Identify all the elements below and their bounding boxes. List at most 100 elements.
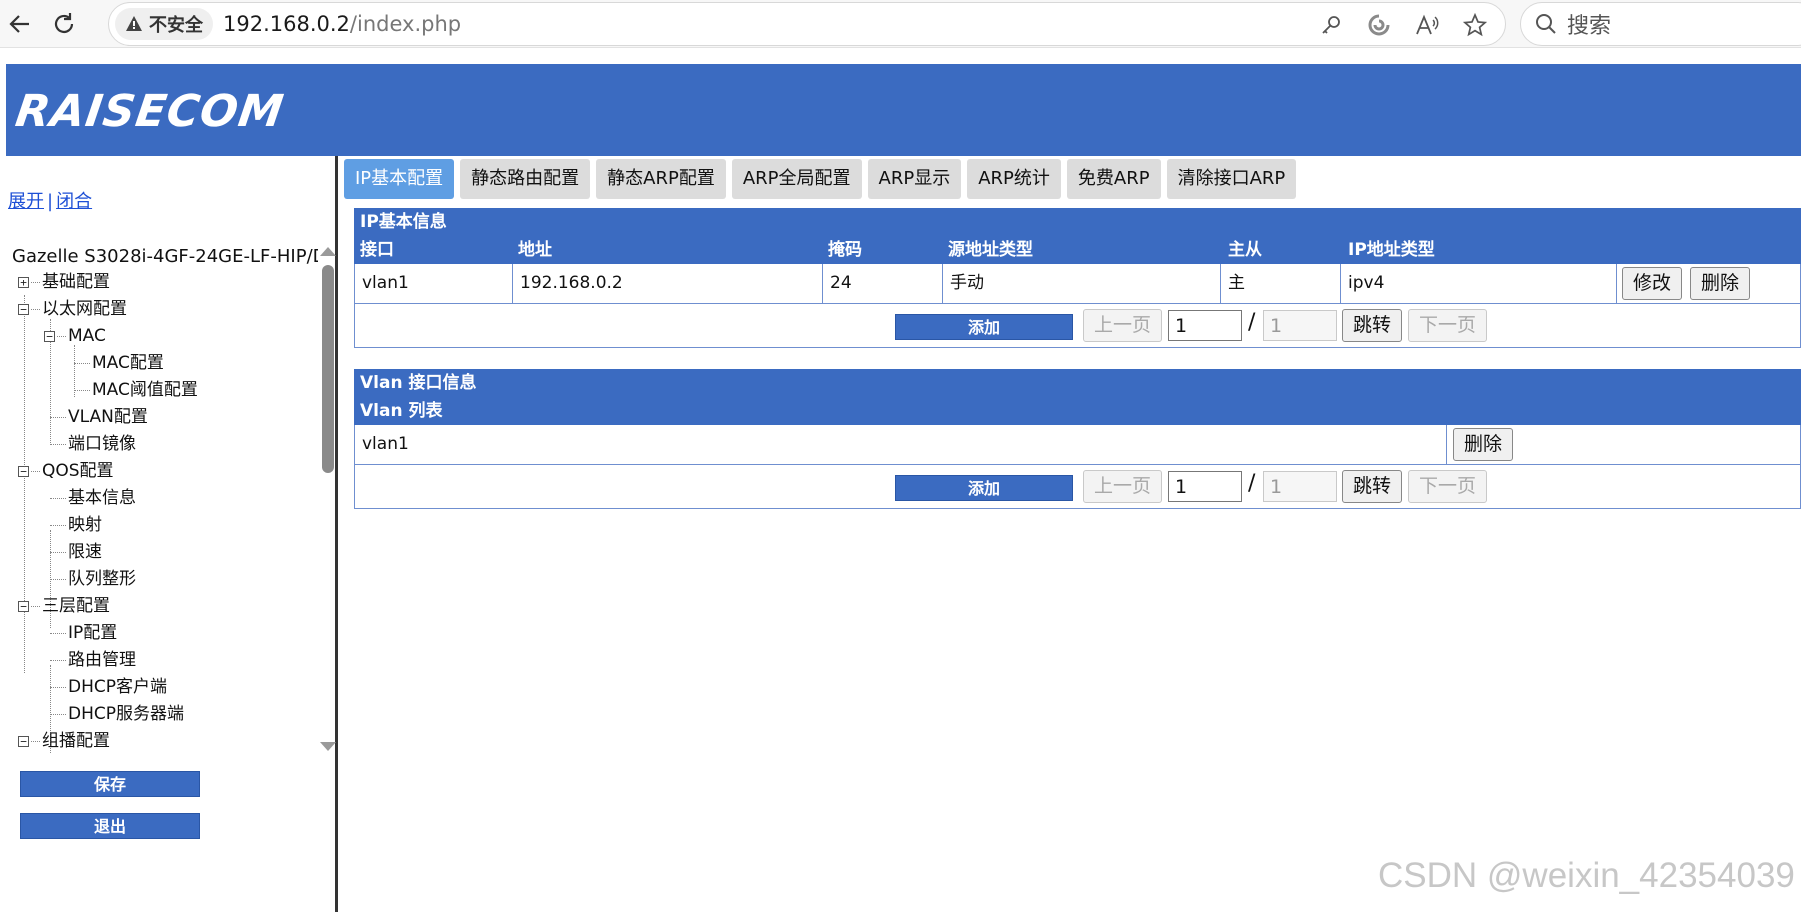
page-input[interactable] (1168, 471, 1242, 502)
cell-interface: vlan1 (355, 264, 513, 303)
tree-label[interactable]: QOS配置 (42, 458, 114, 485)
tree-item-ip-config[interactable]: IP配置 (12, 620, 318, 647)
device-name: Gazelle S3028i-4GF-24GE-LF-HIP/D (12, 246, 318, 267)
key-button[interactable] (1311, 7, 1351, 43)
tree-label[interactable]: 三层配置 (42, 593, 110, 620)
watermark: CSDN @weixin_42354039 (1378, 856, 1795, 895)
tree-item-multicast[interactable]: − 组播配置 (12, 728, 318, 753)
tree-label[interactable]: 端口镜像 (68, 431, 136, 458)
tree-item-mac-threshold[interactable]: MAC阈值配置 (12, 377, 318, 404)
collapse-toggle-icon[interactable]: − (18, 304, 29, 315)
tree-item-mac-config[interactable]: MAC配置 (12, 350, 318, 377)
add-vlan-button[interactable]: 添加 (895, 475, 1073, 501)
expand-all-link[interactable]: 展开 (8, 191, 44, 212)
star-icon (1463, 13, 1487, 37)
address-bar[interactable]: 不安全 192.168.0.2/index.php (108, 2, 1506, 46)
panel-title: IP基本信息 (360, 212, 447, 232)
url-text[interactable]: 192.168.0.2/index.php (223, 12, 461, 36)
col-mask: 掩码 (828, 240, 862, 260)
tab-arp-stats[interactable]: ARP统计 (967, 159, 1061, 199)
next-page-button[interactable]: 下一页 (1408, 470, 1488, 503)
tree-item-qos-basic[interactable]: 基本信息 (12, 485, 318, 512)
expand-toggle-icon[interactable]: + (18, 277, 29, 288)
tree-label[interactable]: 以太网配置 (42, 296, 127, 323)
scroll-down-icon[interactable] (320, 742, 336, 751)
tree-label[interactable]: 路由管理 (68, 647, 136, 674)
table-row: vlan1 删除 (354, 425, 1801, 465)
panel-title: Vlan 接口信息 (360, 373, 477, 393)
tree-item-port-mirror[interactable]: 端口镜像 (12, 431, 318, 458)
tree-label[interactable]: 组播配置 (42, 728, 110, 753)
collapse-all-link[interactable]: 闭合 (56, 191, 92, 212)
tree-item-qos-mapping[interactable]: 映射 (12, 512, 318, 539)
tree-label[interactable]: 基本信息 (68, 485, 136, 512)
tab-clear-interface-arp[interactable]: 清除接口ARP (1166, 159, 1297, 199)
browser-toolbar: 不安全 192.168.0.2/index.php 搜索 (0, 0, 1801, 48)
link-separator: | (47, 191, 54, 212)
menu-tree: Gazelle S3028i-4GF-24GE-LF-HIP/D + 基础配置 … (12, 245, 318, 753)
scroll-up-icon[interactable] (320, 247, 336, 256)
tree-item-vlan[interactable]: VLAN配置 (12, 404, 318, 431)
add-ip-button[interactable]: 添加 (895, 314, 1073, 340)
tree-label[interactable]: MAC (68, 323, 106, 350)
tree-label[interactable]: MAC配置 (92, 350, 164, 377)
page-input[interactable] (1168, 310, 1242, 341)
jump-button[interactable]: 跳转 (1342, 470, 1403, 503)
tab-arp-global[interactable]: ARP全局配置 (731, 159, 862, 199)
collapse-toggle-icon[interactable]: − (18, 601, 29, 612)
collapse-toggle-icon[interactable]: − (44, 331, 55, 342)
jump-button[interactable]: 跳转 (1342, 309, 1403, 342)
tab-free-arp[interactable]: 免费ARP (1066, 159, 1161, 199)
tree-item-qos[interactable]: − QOS配置 (12, 458, 318, 485)
panel-subtitle: Vlan 列表 (360, 401, 443, 421)
next-page-button[interactable]: 下一页 (1408, 309, 1488, 342)
logout-button[interactable]: 退出 (20, 813, 200, 839)
vlan-info-header: Vlan 接口信息 Vlan 列表 (354, 369, 1801, 425)
tree-label[interactable]: 基础配置 (42, 269, 110, 296)
tab-ip-basic[interactable]: IP基本配置 (344, 159, 455, 199)
read-aloud-button[interactable] (1407, 7, 1447, 43)
refresh-button[interactable] (44, 4, 84, 44)
tree-scrollbar[interactable] (318, 245, 338, 753)
tree-item-mac[interactable]: − MAC (12, 323, 318, 350)
prev-page-button[interactable]: 上一页 (1083, 309, 1163, 342)
translate-icon (1368, 14, 1390, 36)
collapse-toggle-icon[interactable]: − (18, 466, 29, 477)
translate-button[interactable] (1359, 7, 1399, 43)
tree-label[interactable]: 队列整形 (68, 566, 136, 593)
save-button[interactable]: 保存 (20, 771, 200, 797)
tree-item-qos-shaping[interactable]: 队列整形 (12, 566, 318, 593)
tree-item-layer3[interactable]: − 三层配置 (12, 593, 318, 620)
url-path: /index.php (349, 12, 462, 36)
tree-label[interactable]: 映射 (68, 512, 102, 539)
cell-source-type: 手动 (943, 264, 1221, 303)
security-indicator[interactable]: 不安全 (115, 8, 213, 40)
search-box[interactable]: 搜索 (1520, 2, 1801, 46)
tree-item-qos-rate[interactable]: 限速 (12, 539, 318, 566)
tree-item-ethernet[interactable]: − 以太网配置 (12, 296, 318, 323)
tree-label[interactable]: DHCP客户端 (68, 674, 167, 701)
tree-item-route-mgmt[interactable]: 路由管理 (12, 647, 318, 674)
tree-label[interactable]: IP配置 (68, 620, 117, 647)
tree-label[interactable]: VLAN配置 (68, 404, 148, 431)
url-host: 192.168.0.2 (223, 12, 350, 36)
tree-item-dhcp-server[interactable]: DHCP服务器端 (12, 701, 318, 728)
tab-arp-display[interactable]: ARP显示 (867, 159, 962, 199)
scroll-thumb[interactable] (322, 265, 334, 473)
back-button[interactable] (0, 4, 40, 44)
tab-static-arp[interactable]: 静态ARP配置 (596, 159, 726, 199)
tab-static-route[interactable]: 静态路由配置 (460, 159, 591, 199)
collapse-toggle-icon[interactable]: − (18, 736, 29, 747)
tree-label[interactable]: MAC阈值配置 (92, 377, 198, 404)
tree-item-dhcp-client[interactable]: DHCP客户端 (12, 674, 318, 701)
tree-item-basic[interactable]: + 基础配置 (12, 269, 318, 296)
edit-button[interactable]: 修改 (1622, 267, 1683, 300)
prev-page-button[interactable]: 上一页 (1083, 470, 1163, 503)
tree-label[interactable]: DHCP服务器端 (68, 701, 184, 728)
tree-label[interactable]: 限速 (68, 539, 102, 566)
delete-vlan-button[interactable]: 删除 (1453, 428, 1514, 461)
search-placeholder: 搜索 (1567, 14, 1612, 39)
delete-button[interactable]: 删除 (1690, 267, 1751, 300)
favorite-button[interactable] (1455, 7, 1495, 43)
sidebar: 展开 | 闭合 Gazelle S3028i-4GF-24GE-LF-HIP/D +… (6, 156, 338, 912)
